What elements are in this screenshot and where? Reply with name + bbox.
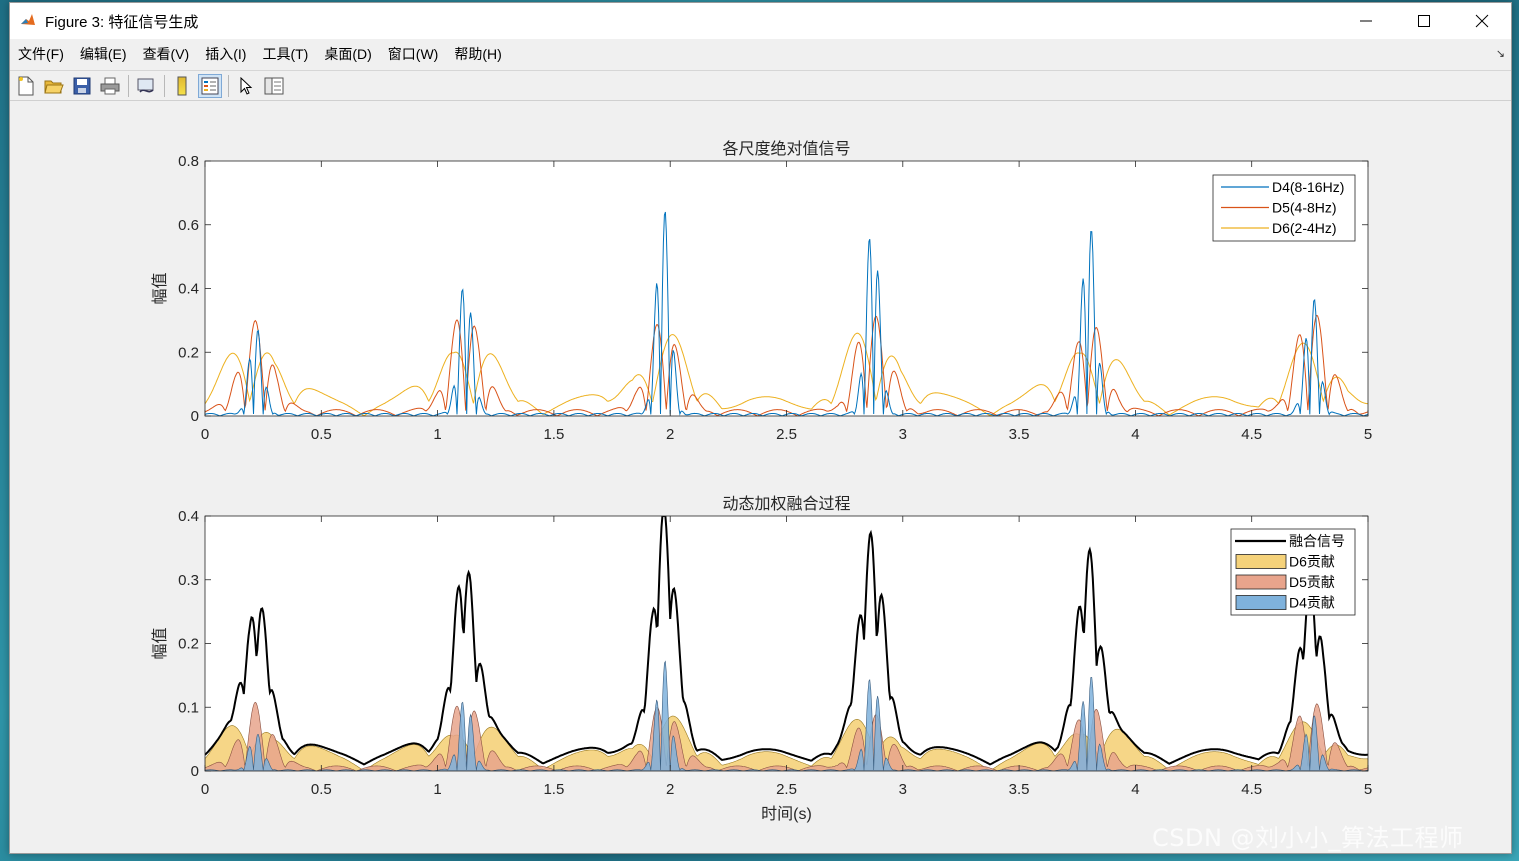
x-tick-label: 5 [1364,781,1372,798]
pointer-icon [240,76,253,95]
x-tick-label: 1.5 [543,426,564,443]
y-tick-label: 0 [191,408,199,425]
menu-insert[interactable]: 插入(I) [197,42,254,66]
toolbar-separator [164,74,165,97]
x-tick-label: 3.5 [1009,781,1030,798]
y-tick-label: 0 [191,763,199,780]
legend-button[interactable] [198,73,222,98]
menu-tools[interactable]: 工具(T) [254,42,316,66]
figure-window: Figure 3: 特征信号生成 文件(F) 编辑(E) 查看(V) 插入(I)… [9,2,1512,854]
maximize-button[interactable] [1395,3,1453,39]
print-icon [100,77,120,94]
x-tick-label: 0 [201,426,209,443]
pointer-button[interactable] [234,74,258,98]
x-tick-label: 0.5 [311,781,332,798]
fusion-axes: 0 0.5 1 1.5 2 2.5 3 3.5 4 4.5 5 0 0.1 0.2 0.3 0.4 动态加权融合… [151,495,1372,823]
x-tick-label: 2 [666,781,674,798]
title-bar[interactable]: Figure 3: 特征信号生成 [10,3,1511,39]
matlab-logo-icon [19,12,37,30]
x-tick-label: 4 [1131,426,1139,443]
toolbar-separator [228,74,229,97]
y-axis-label: 幅值 [151,272,169,304]
x-tick-label: 2.5 [776,781,797,798]
x-tick-label: 3.5 [1009,426,1030,443]
plots-svg: 0 0.5 1 1.5 2 2.5 3 3.5 4 4.5 5 0 0.2 0.4 0.6 0.8 各尺度绝对值… [151,140,1372,823]
save-button[interactable] [70,74,94,98]
y-tick-label: 0.3 [178,572,199,589]
x-tick-label: 3 [899,781,907,798]
open-file-button[interactable] [42,74,66,98]
menu-help[interactable]: 帮助(H) [446,42,509,66]
axes-background [205,161,1368,416]
toolbar-separator [128,74,129,97]
print-button[interactable] [98,74,122,98]
new-figure-button[interactable] [14,74,38,98]
legend-label: D6贡献 [1289,554,1335,570]
x-tick-label: 0 [201,781,209,798]
y-tick-label: 0.6 [178,217,199,234]
y-tick-label: 0.4 [178,508,199,525]
legend-label: D6(2-4Hz) [1272,220,1337,236]
y-axis-label: 幅值 [151,627,169,659]
y-tick-label: 0.2 [178,636,199,653]
undock-arrow-icon[interactable]: ↘ [1496,47,1505,60]
x-tick-label: 2.5 [776,426,797,443]
x-tick-label: 2 [666,426,674,443]
y-tick-label: 0.4 [178,281,199,298]
legend-icon [201,77,219,94]
window-title: Figure 3: 特征信号生成 [45,13,199,31]
scales-abs-axes: 0 0.5 1 1.5 2 2.5 3 3.5 4 4.5 5 0 0.2 0.4 0.6 0.8 各尺度绝对值… [151,140,1372,443]
figure-canvas: 0 0.5 1 1.5 2 2.5 3 3.5 4 4.5 5 0 0.2 0.4 0.6 0.8 各尺度绝对值… [10,102,1511,853]
close-icon [1475,14,1489,28]
menu-file[interactable]: 文件(F) [10,42,72,66]
chart-title: 各尺度绝对值信号 [722,140,850,158]
legend-label: 融合信号 [1289,533,1345,549]
x-tick-label: 4 [1131,781,1139,798]
x-tick-label: 1 [433,781,441,798]
menu-window[interactable]: 窗口(W) [380,42,447,66]
x-tick-label: 4.5 [1241,426,1262,443]
legend[interactable]: 融合信号 D6贡献 D5贡献 D4贡献 [1230,528,1356,616]
x-tick-label: 1 [433,426,441,443]
y-tick-label: 0.1 [178,699,199,716]
legend-swatch [1235,574,1287,590]
x-axis-label: 时间(s) [761,805,812,823]
legend-swatch [1235,554,1287,569]
x-tick-label: 5 [1364,426,1372,443]
property-editor-icon [264,77,284,94]
legend-label: D4贡献 [1289,595,1335,611]
menu-view[interactable]: 查看(V) [135,42,198,66]
x-tick-label: 0.5 [311,426,332,443]
maximize-icon [1418,15,1430,27]
menu-edit[interactable]: 编辑(E) [72,42,135,66]
x-tick-label: 1.5 [543,781,564,798]
figure-toolbar [10,70,1511,101]
link-plot-button[interactable] [134,74,158,98]
y-tick-label: 0.8 [178,153,199,170]
watermark-text: CSDN @刘小小_算法工程师 [1152,824,1464,852]
link-plot-icon [137,78,154,93]
legend-label: D5贡献 [1289,574,1335,590]
colorbar-button[interactable] [170,74,194,98]
property-editor-button[interactable] [262,74,286,98]
x-tick-label: 4.5 [1241,781,1262,798]
new-figure-icon [18,76,34,95]
minimize-button[interactable] [1337,3,1395,39]
close-button[interactable] [1453,3,1511,39]
save-icon [73,77,91,94]
x-tick-label: 3 [899,426,907,443]
legend[interactable]: D4(8-16Hz) D5(4-8Hz) D6(2-4Hz) [1212,174,1356,242]
axes-background [205,516,1368,771]
menu-bar: 文件(F) 编辑(E) 查看(V) 插入(I) 工具(T) 桌面(D) 窗口(W… [10,39,1511,69]
colorbar-icon [177,76,187,95]
legend-label: D4(8-16Hz) [1272,179,1344,195]
menu-desktop[interactable]: 桌面(D) [316,42,379,66]
chart-title: 动态加权融合过程 [722,495,850,513]
open-file-icon [44,80,64,93]
legend-label: D5(4-8Hz) [1272,200,1337,216]
legend-swatch [1235,595,1287,610]
y-tick-label: 0.2 [178,344,199,361]
minimize-icon [1360,20,1372,22]
